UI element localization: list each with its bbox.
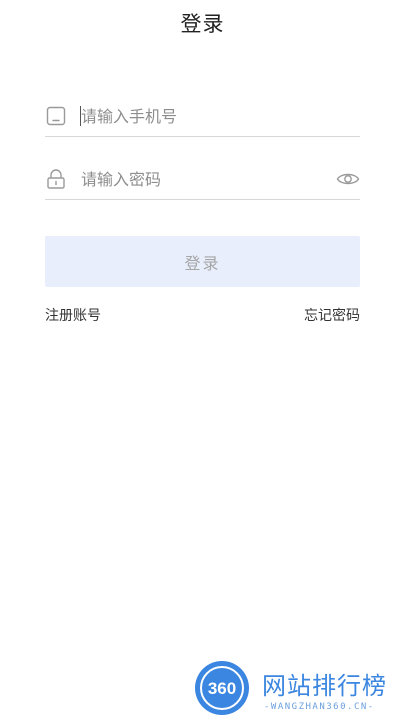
watermark-logo-text: 360 bbox=[208, 679, 236, 698]
password-input[interactable] bbox=[81, 164, 331, 194]
watermark-logo: 360 bbox=[195, 661, 249, 715]
watermark-subtitle: -WANGZHAN360.CN- bbox=[264, 702, 375, 712]
register-link[interactable]: 注册账号 bbox=[45, 305, 101, 325]
login-button[interactable]: 登录 bbox=[45, 236, 360, 287]
lock-icon bbox=[47, 169, 65, 189]
password-field[interactable] bbox=[45, 160, 360, 200]
phone-input[interactable] bbox=[81, 101, 331, 131]
phone-field[interactable] bbox=[45, 97, 360, 137]
watermark: 360 网站排行榜 -WANGZHAN360.CN- bbox=[192, 658, 405, 720]
eye-icon[interactable] bbox=[336, 168, 360, 190]
page-title: 登录 bbox=[180, 12, 225, 36]
login-page: 登录 登录 注册账号 忘记密码 360 网站排行榜 -WANGZHAN360.C… bbox=[0, 0, 405, 720]
forgot-password-link[interactable]: 忘记密码 bbox=[304, 305, 360, 325]
watermark-title: 网站排行榜 bbox=[262, 672, 387, 700]
phone-icon bbox=[46, 106, 66, 126]
